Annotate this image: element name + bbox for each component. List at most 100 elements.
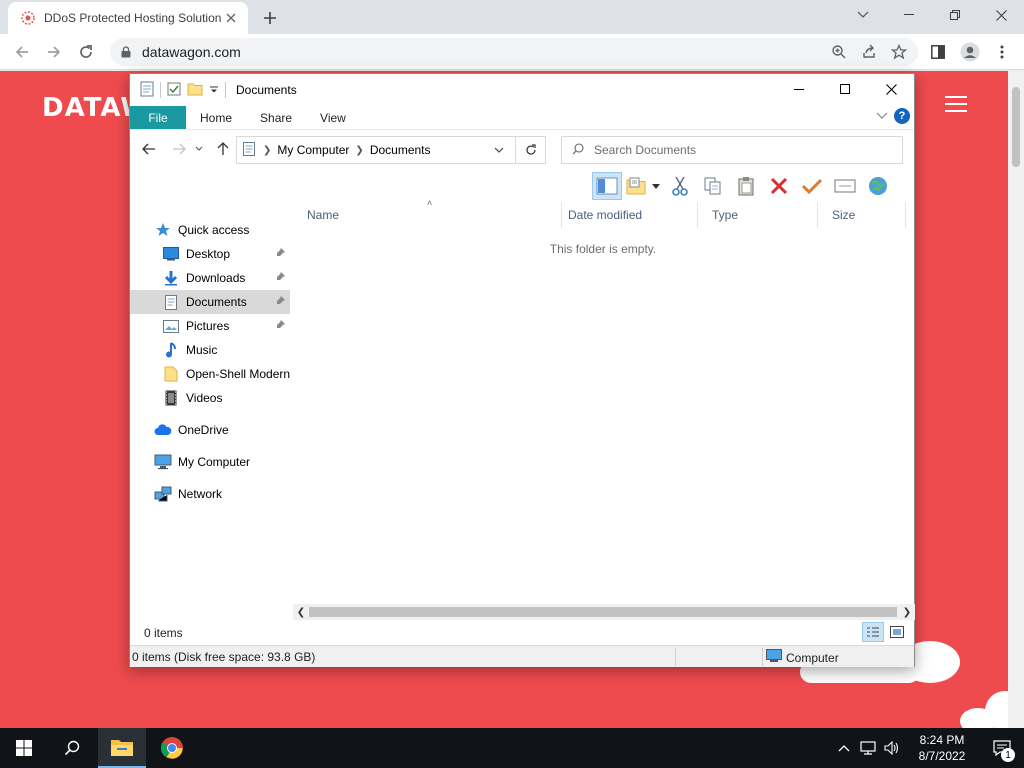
side-panel-icon[interactable] xyxy=(924,38,952,66)
nav-item-network[interactable]: Network xyxy=(130,482,290,506)
nav-label: Desktop xyxy=(186,247,231,261)
expand-ribbon-icon[interactable] xyxy=(876,109,888,123)
system-clock[interactable]: 8:24 PM 8/7/2022 xyxy=(904,732,980,764)
nav-item-quick-access[interactable]: Quick access xyxy=(130,218,290,242)
back-arrow-icon[interactable] xyxy=(138,138,160,160)
nav-item-music[interactable]: Music xyxy=(130,338,290,362)
close-window-icon[interactable] xyxy=(978,0,1024,30)
new-tab-button[interactable] xyxy=(258,6,282,30)
nav-label: Music xyxy=(186,343,218,357)
start-button[interactable] xyxy=(0,728,48,768)
forward-arrow-icon[interactable] xyxy=(168,138,190,160)
restore-icon[interactable] xyxy=(932,0,978,30)
quick-access-dropdown-icon[interactable] xyxy=(209,83,219,97)
search-icon[interactable] xyxy=(48,728,96,768)
rename-icon[interactable] xyxy=(830,172,860,200)
close-tab-icon[interactable] xyxy=(222,9,240,27)
pin-icon[interactable] xyxy=(276,294,286,308)
tab-title: DDoS Protected Hosting Solution xyxy=(44,11,222,25)
forward-button[interactable] xyxy=(40,38,68,66)
pin-icon[interactable] xyxy=(276,270,286,284)
desktop-icon xyxy=(162,246,180,262)
reload-button[interactable] xyxy=(72,38,100,66)
tab-view[interactable]: View xyxy=(306,106,360,129)
notification-center-icon[interactable]: 1 xyxy=(980,728,1024,768)
zoom-icon[interactable] xyxy=(826,39,852,65)
nav-item-open-shell[interactable]: Open-Shell Modern xyxy=(130,362,290,386)
paste-icon[interactable] xyxy=(731,172,761,200)
nav-item-documents[interactable]: Documents xyxy=(130,290,290,314)
search-input[interactable] xyxy=(594,143,874,157)
recent-locations-icon[interactable] xyxy=(192,138,206,160)
nav-item-desktop[interactable]: Desktop xyxy=(130,242,290,266)
horizontal-scrollbar[interactable]: ❮ ❯ xyxy=(293,604,915,620)
help-icon[interactable]: ? xyxy=(894,108,910,124)
maximize-icon[interactable] xyxy=(822,74,868,104)
breadcrumb-documents[interactable]: Documents xyxy=(370,143,431,157)
column-header-type[interactable]: Type xyxy=(698,202,818,228)
new-folder-icon[interactable] xyxy=(187,82,203,99)
refresh-icon[interactable] xyxy=(515,137,545,163)
nav-label: My Computer xyxy=(178,455,251,469)
cut-icon[interactable] xyxy=(665,172,695,200)
nav-item-videos[interactable]: Videos xyxy=(130,386,290,410)
disk-free-space: 0 items (Disk free space: 93.8 GB) xyxy=(132,650,316,664)
pin-icon[interactable] xyxy=(276,318,286,332)
close-icon[interactable] xyxy=(868,74,914,104)
up-arrow-icon[interactable] xyxy=(212,138,234,160)
file-explorer-taskbar-button[interactable] xyxy=(98,728,146,768)
details-view-icon[interactable] xyxy=(862,622,884,642)
chevron-down-icon[interactable] xyxy=(489,137,509,163)
share-icon[interactable] xyxy=(856,39,882,65)
nav-item-my-computer[interactable]: My Computer xyxy=(130,450,290,474)
address-bar[interactable]: datawagon.com xyxy=(110,38,918,66)
minimize-icon[interactable] xyxy=(886,0,932,30)
tab-search-icon[interactable] xyxy=(840,0,886,30)
horizontal-scrollbar-thumb[interactable] xyxy=(309,607,897,617)
organize-icon[interactable] xyxy=(625,172,647,200)
browser-menu-icon[interactable] xyxy=(988,38,1016,66)
file-list-pane[interactable]: ˄ Name Date modified Type Size This fold… xyxy=(293,198,915,606)
volume-icon[interactable] xyxy=(880,728,904,768)
network-status-icon[interactable] xyxy=(856,728,880,768)
column-header-name[interactable]: Name xyxy=(293,202,562,228)
search-box[interactable] xyxy=(561,136,903,164)
chrome-icon[interactable] xyxy=(148,728,196,768)
chevron-right-icon[interactable]: ❯ xyxy=(355,145,363,156)
column-header-size[interactable]: Size xyxy=(818,202,906,228)
nav-item-downloads[interactable]: Downloads xyxy=(130,266,290,290)
properties-icon[interactable] xyxy=(167,82,181,99)
tab-file[interactable]: File xyxy=(130,106,186,129)
back-button[interactable] xyxy=(8,38,36,66)
chevron-up-icon[interactable] xyxy=(832,728,856,768)
page-scrollbar-thumb[interactable] xyxy=(1012,87,1020,167)
nav-label: Quick access xyxy=(178,223,250,237)
explorer-title-bar[interactable]: Documents xyxy=(130,74,914,106)
profile-avatar-icon[interactable] xyxy=(956,38,984,66)
delete-icon[interactable] xyxy=(764,172,794,200)
preview-pane-icon[interactable] xyxy=(592,172,622,200)
nav-item-pictures[interactable]: Pictures xyxy=(130,314,290,338)
page-scrollbar[interactable] xyxy=(1008,71,1024,728)
breadcrumb-my-computer[interactable]: My Computer xyxy=(277,143,349,157)
pin-icon[interactable] xyxy=(276,246,286,260)
checkmark-icon[interactable] xyxy=(797,172,827,200)
lock-icon[interactable] xyxy=(118,44,134,60)
hamburger-menu-icon[interactable] xyxy=(945,96,967,112)
column-header-date-modified[interactable]: Date modified xyxy=(554,202,698,228)
address-breadcrumb[interactable]: ❯ My Computer ❯ Documents xyxy=(236,136,546,164)
large-icons-view-icon[interactable] xyxy=(886,622,908,642)
scroll-right-icon[interactable]: ❯ xyxy=(899,604,915,620)
chevron-right-icon[interactable]: ❯ xyxy=(263,145,271,156)
copy-icon[interactable] xyxy=(698,172,728,200)
document-icon xyxy=(162,294,180,310)
nav-item-onedrive[interactable]: OneDrive xyxy=(130,418,290,442)
organize-dropdown-icon[interactable] xyxy=(650,172,662,200)
scroll-left-icon[interactable]: ❮ xyxy=(293,604,309,620)
tab-home[interactable]: Home xyxy=(186,106,246,129)
globe-icon[interactable] xyxy=(863,172,893,200)
browser-tab[interactable]: DDoS Protected Hosting Solution xyxy=(8,2,248,34)
tab-share[interactable]: Share xyxy=(246,106,306,129)
bookmark-star-icon[interactable] xyxy=(886,39,912,65)
minimize-icon[interactable] xyxy=(776,74,822,104)
